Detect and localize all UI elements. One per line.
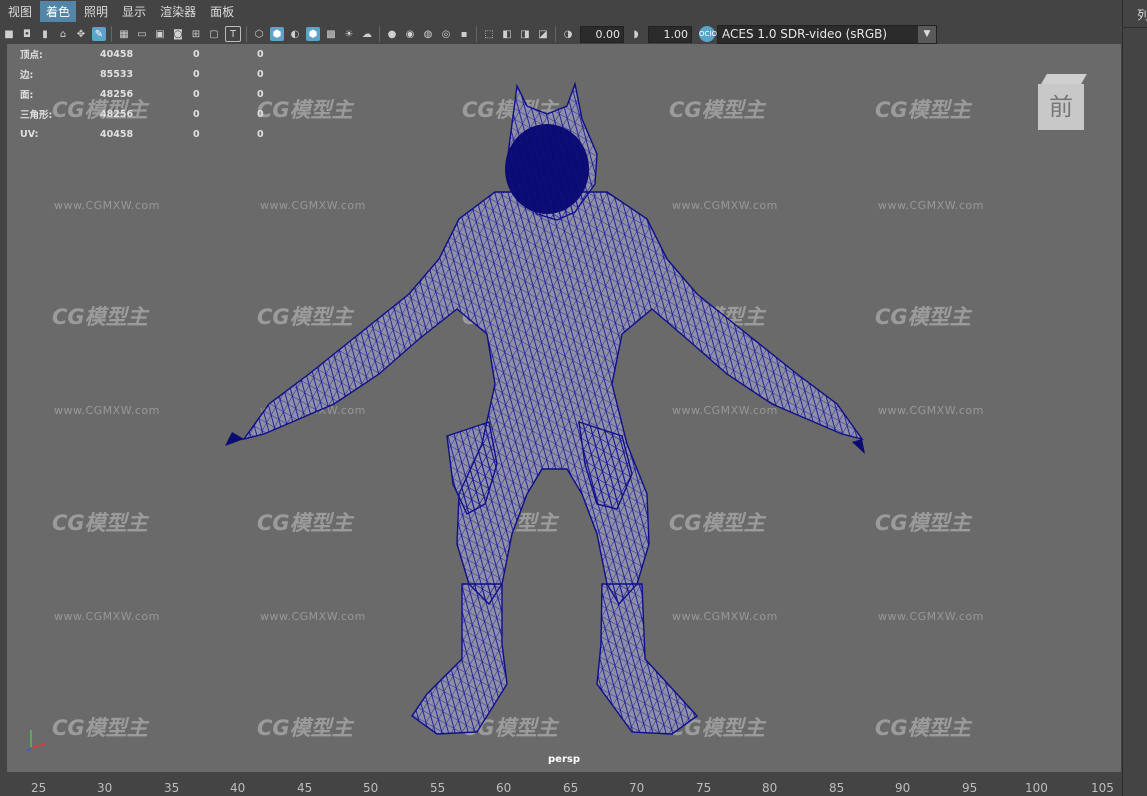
ruler-tick: 30 [97,781,113,795]
wireframe-on-shaded-icon[interactable]: ⬢ [306,27,320,41]
camera-attributes-icon[interactable]: ◘ [20,27,34,41]
grid-icon[interactable]: ▦ [117,27,131,41]
view-cube[interactable]: 前 [1038,74,1087,130]
ruler-tick: 80 [762,781,778,795]
grease-pencil-icon[interactable]: ✎ [92,27,106,41]
gamma-icon[interactable]: ◗ [629,27,643,41]
ruler-tick: 40 [230,781,246,795]
ruler-tick: 25 [31,781,47,795]
view-cube-top[interactable] [1041,74,1087,84]
ruler-tick: 65 [563,781,579,795]
camera-label: persp [548,754,580,765]
screen-space-ao-icon[interactable]: ● [385,27,399,41]
axis-gizmo-icon [26,730,46,752]
resolution-gate-icon[interactable]: ▣ [153,27,167,41]
color-management-icon[interactable]: OCIO [699,26,717,42]
view-transform-value: ACES 1.0 SDR-video (sRGB) [722,26,888,41]
safe-title-icon[interactable]: T [225,26,241,42]
ruler-tick: 70 [629,781,645,795]
toolbar-separator [246,26,247,42]
viewport-menubar: 视图 着色 照明 显示 渲染器 面板 [0,0,1122,22]
film-gate-icon[interactable]: ▭ [135,27,149,41]
depth-of-field-icon[interactable]: ◎ [439,27,453,41]
toolbar-separator [476,26,477,42]
xray-active-components-icon[interactable]: ◧ [500,27,514,41]
image-plane-icon[interactable]: ⌂ [56,27,70,41]
ruler-tick: 85 [829,781,845,795]
channel-box-panel: 列 [1122,0,1147,796]
toolbar-separator [555,26,556,42]
select-camera-icon[interactable]: ■ [2,27,16,41]
shadows-icon[interactable]: ☁ [360,27,374,41]
menu-lighting[interactable]: 照明 [78,1,114,22]
multisample-aa-icon[interactable]: ◍ [421,27,435,41]
ruler-tick: 105 [1091,781,1114,795]
safe-action-icon[interactable]: ▢ [207,27,221,41]
menu-shading[interactable]: 着色 [40,0,77,22]
time-slider-ruler[interactable]: 25 30 35 40 45 50 55 60 65 70 75 80 85 9… [0,779,1122,796]
backface-culling-icon[interactable]: ◪ [536,27,550,41]
toolbar-separator [111,26,112,42]
exposure-field[interactable]: 0.00 [580,25,624,43]
gate-mask-icon[interactable]: ◙ [171,27,185,41]
panel-toolbar: ■ ◘ ▮ ⌂ ✥ ✎ ▦ ▭ ▣ ◙ ⊞ ▢ T ⬡ ⬢ ◐ ⬢ ▩ ☀ ☁ … [0,22,1122,46]
exposure-icon[interactable]: ◑ [561,27,575,41]
xray-joints-icon[interactable]: ◨ [518,27,532,41]
ruler-tick: 50 [363,781,379,795]
menu-view[interactable]: 视图 [2,1,38,22]
ruler-tick: 55 [430,781,446,795]
bookmark-icon[interactable]: ▮ [38,27,52,41]
2d-pan-zoom-icon[interactable]: ✥ [74,27,88,41]
menu-renderer[interactable]: 渲染器 [154,1,202,22]
textured-icon[interactable]: ▩ [324,27,338,41]
ruler-tick: 35 [164,781,180,795]
view-transform-dropdown[interactable]: ACES 1.0 SDR-video (sRGB) ▼ [717,24,937,44]
3d-viewport[interactable]: 顶点: 40458 0 0 边: 85533 0 0 面: 48256 0 0 三角形: 48256… [7,44,1121,772]
isolate-select-icon[interactable]: ▪ [457,27,471,41]
motion-blur-icon[interactable]: ◉ [403,27,417,41]
default-material-icon[interactable]: ◐ [288,27,302,41]
panel-title: 列 [1137,8,1147,22]
panel-divider [1123,27,1147,28]
ruler-tick: 95 [962,781,978,795]
toolbar-separator [379,26,380,42]
ruler-tick: 45 [297,781,313,795]
menu-panels[interactable]: 面板 [204,1,240,22]
gamma-field[interactable]: 1.00 [648,25,692,43]
chevron-down-icon[interactable]: ▼ [918,25,936,43]
use-all-lights-icon[interactable]: ☀ [342,27,356,41]
werewolf-wireframe-model[interactable] [7,44,1121,772]
ruler-tick: 60 [496,781,512,795]
ruler-tick: 75 [696,781,712,795]
smooth-shade-icon[interactable]: ⬢ [270,27,284,41]
xray-icon[interactable]: ⬚ [482,27,496,41]
ruler-tick: 90 [895,781,911,795]
menu-show[interactable]: 显示 [116,1,152,22]
field-chart-icon[interactable]: ⊞ [189,27,203,41]
wireframe-icon[interactable]: ⬡ [252,27,266,41]
view-cube-front[interactable]: 前 [1038,84,1084,130]
ruler-tick: 100 [1025,781,1048,795]
